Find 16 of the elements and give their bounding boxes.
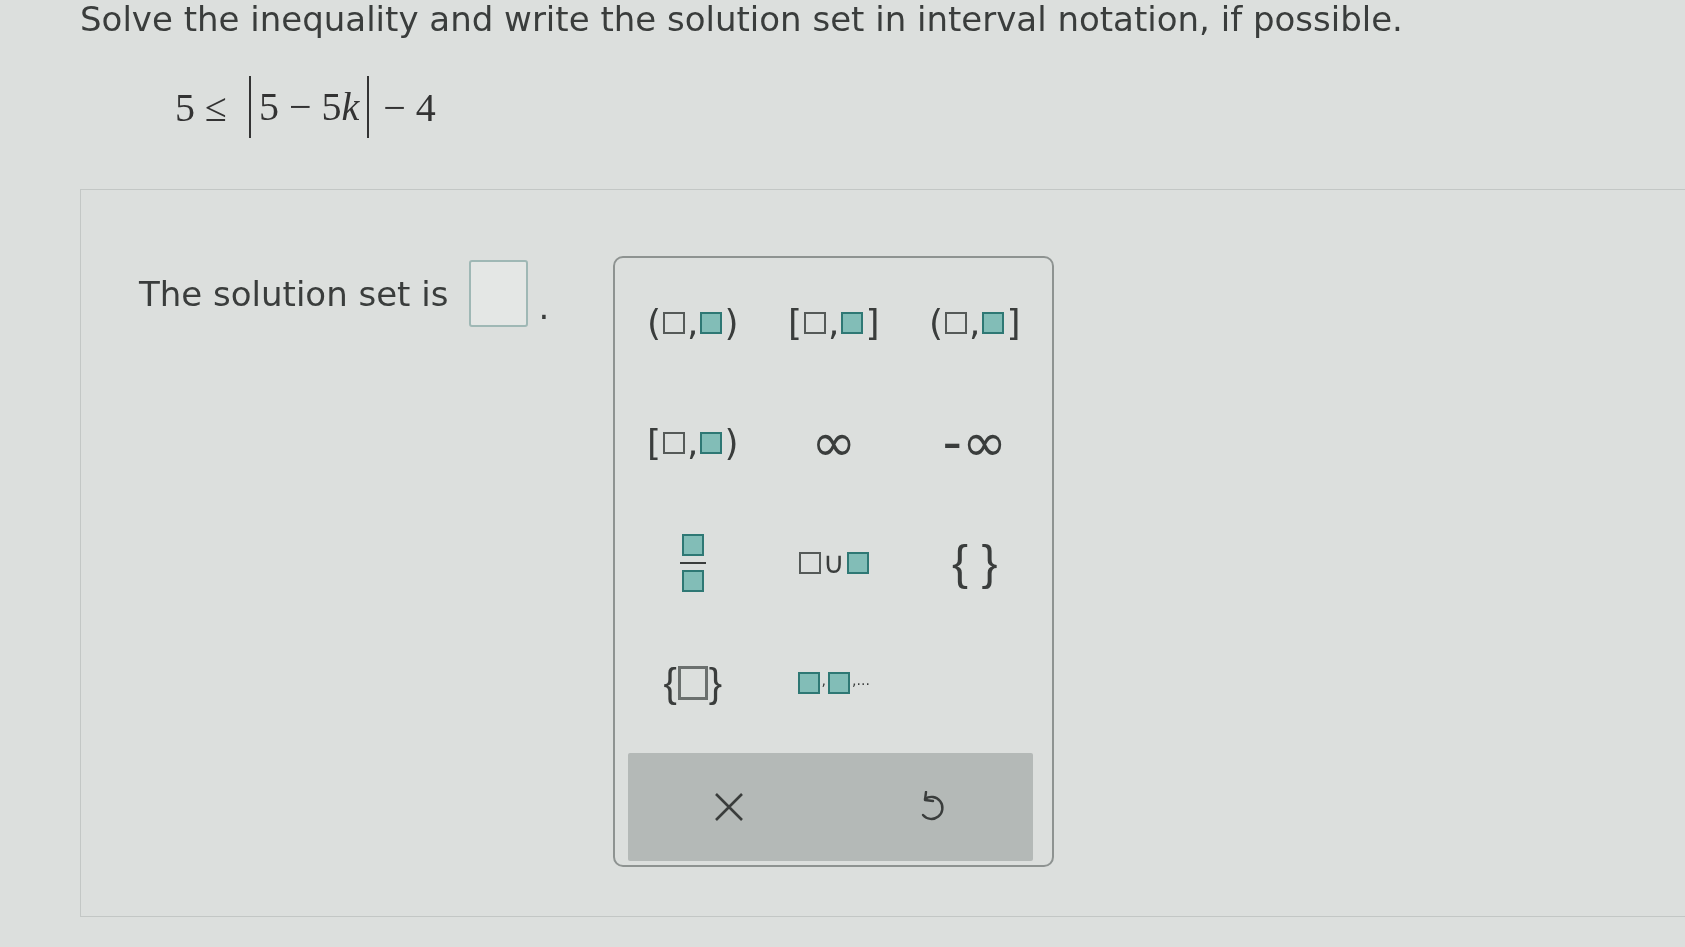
equation: 5 ≤ 5 − 5k − 4 — [175, 76, 436, 138]
punctuation-text: . — [538, 287, 550, 327]
interval-button[interactable]: ( , ] — [924, 297, 1025, 349]
interval-button[interactable]: [ , ) — [642, 417, 743, 469]
interval-button[interactable]: [ , ] — [783, 297, 884, 349]
instruction-text: Solve the inequality and write the solution set in interval notation, if possible. — [80, 0, 1403, 38]
prompt-text: The solution set is — [139, 273, 449, 314]
close-icon — [714, 792, 745, 822]
infinity-button[interactable]: ∞ — [807, 417, 861, 469]
placeholder-box-icon — [677, 666, 708, 700]
union-button[interactable]: ∪ — [794, 537, 873, 589]
interval-button[interactable]: ( , ) — [642, 297, 743, 349]
empty-set-button[interactable]: { } — [948, 531, 1002, 595]
sequence-button[interactable]: , ,... — [793, 668, 874, 698]
negative-infinity-button[interactable]: -∞ — [938, 417, 1011, 469]
set-button[interactable]: { } — [659, 657, 727, 709]
